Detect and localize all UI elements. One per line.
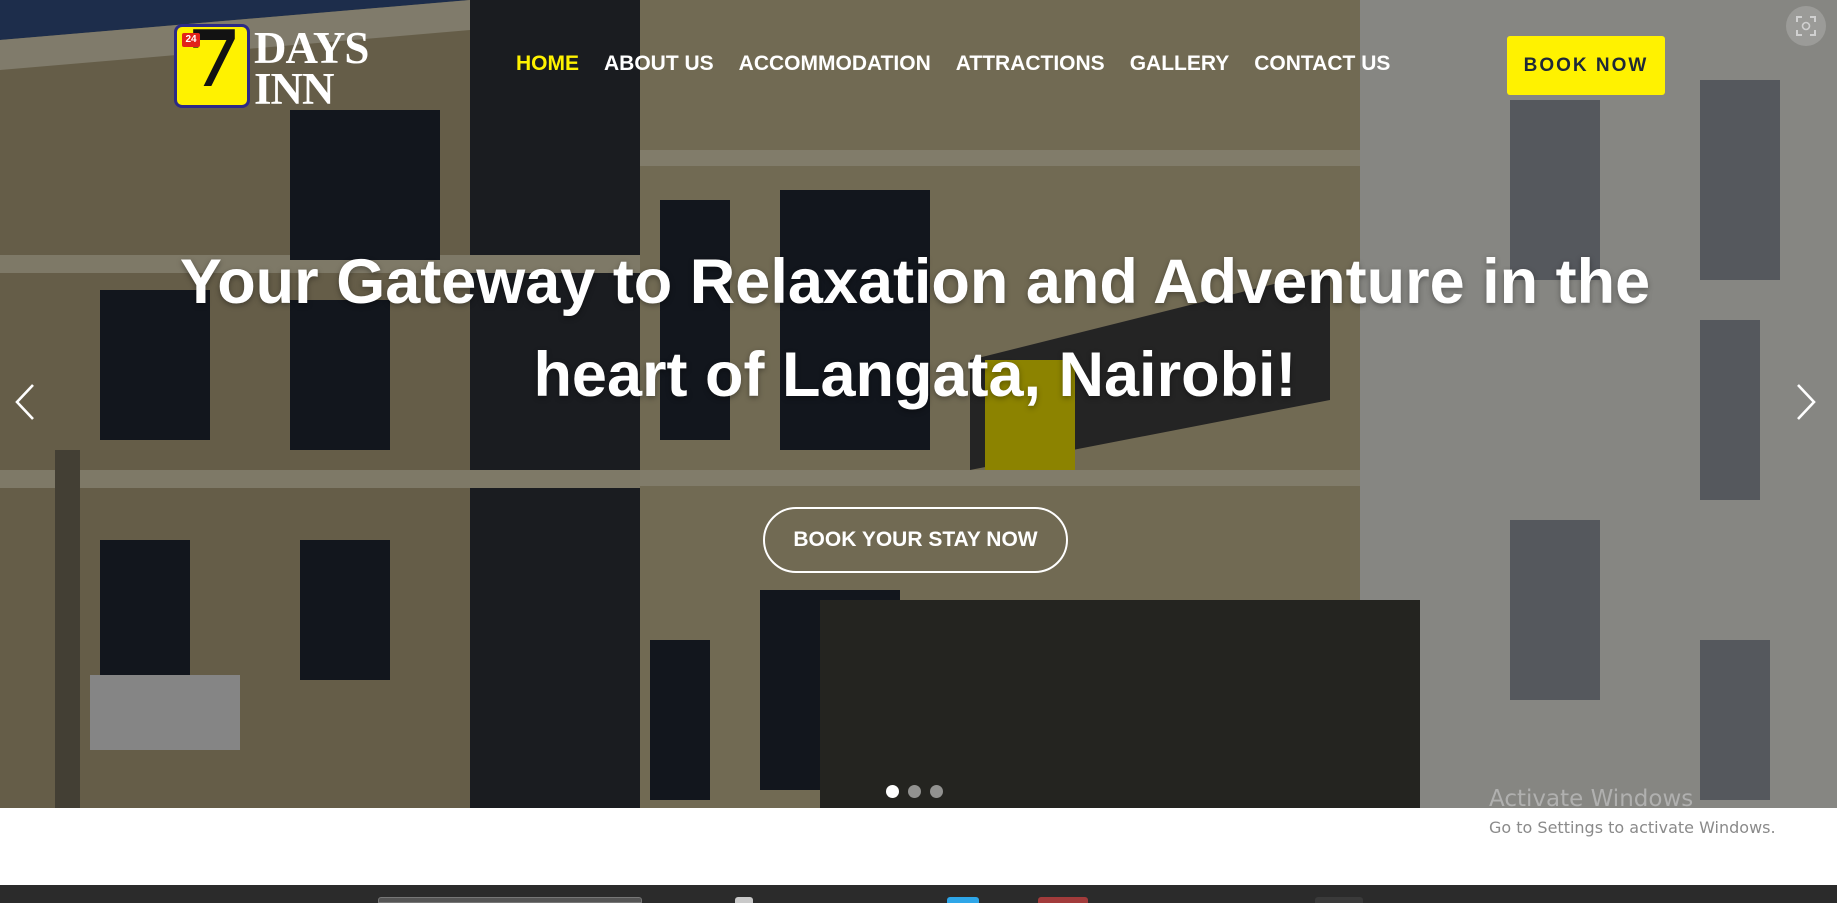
taskbar-app-icon[interactable] [1315,897,1363,903]
taskbar-app-icon[interactable] [1038,897,1088,903]
nav-attractions[interactable]: ATTRACTIONS [956,52,1105,76]
expand-icon[interactable] [1786,6,1826,46]
taskbar-app-icon[interactable] [735,897,753,903]
taskbar [0,885,1837,903]
logo-word-inn: INN [254,64,335,114]
slide-indicator-2[interactable] [908,785,921,798]
slide-indicator-3[interactable] [930,785,943,798]
slide-indicator-1[interactable] [886,785,899,798]
page: 7 24 DAYS INN HOME ABOUT US ACCOMMODATIO… [0,0,1837,903]
slider-prev-button[interactable] [5,382,45,422]
nav-accommodation[interactable]: ACCOMMODATION [739,52,931,76]
taskbar-search-box[interactable] [378,897,642,903]
nav-contact-us[interactable]: CONTACT US [1254,52,1390,76]
chevron-left-icon [15,384,34,420]
logo-badge: 7 24 [174,21,250,108]
hero-slider: 7 24 DAYS INN HOME ABOUT US ACCOMMODATIO… [0,0,1837,808]
hero-headline-line2: heart of Langata, Nairobi! [533,340,1297,410]
hero-headline: Your Gateway to Relaxation and Adventure… [140,236,1690,422]
nav-about-us[interactable]: ABOUT US [604,52,714,76]
hero-headline-line1: Your Gateway to Relaxation and Adventure… [179,247,1651,317]
watermark-subtitle: Go to Settings to activate Windows. [1489,818,1776,837]
logo-24-tag: 24 [182,33,200,47]
site-logo[interactable]: 7 24 DAYS INN [174,21,374,114]
slider-next-button[interactable] [1786,382,1826,422]
chevron-right-icon [1797,384,1816,420]
nav-home[interactable]: HOME [516,52,579,76]
fullscreen-icon [1796,16,1816,36]
book-now-button[interactable]: BOOK NOW [1507,36,1665,95]
main-nav: HOME ABOUT US ACCOMMODATION ATTRACTIONS … [516,52,1415,76]
nav-gallery[interactable]: GALLERY [1130,52,1230,76]
taskbar-app-icon[interactable] [947,897,979,903]
book-your-stay-button[interactable]: BOOK YOUR STAY NOW [763,507,1068,573]
slider-indicators [886,785,943,798]
